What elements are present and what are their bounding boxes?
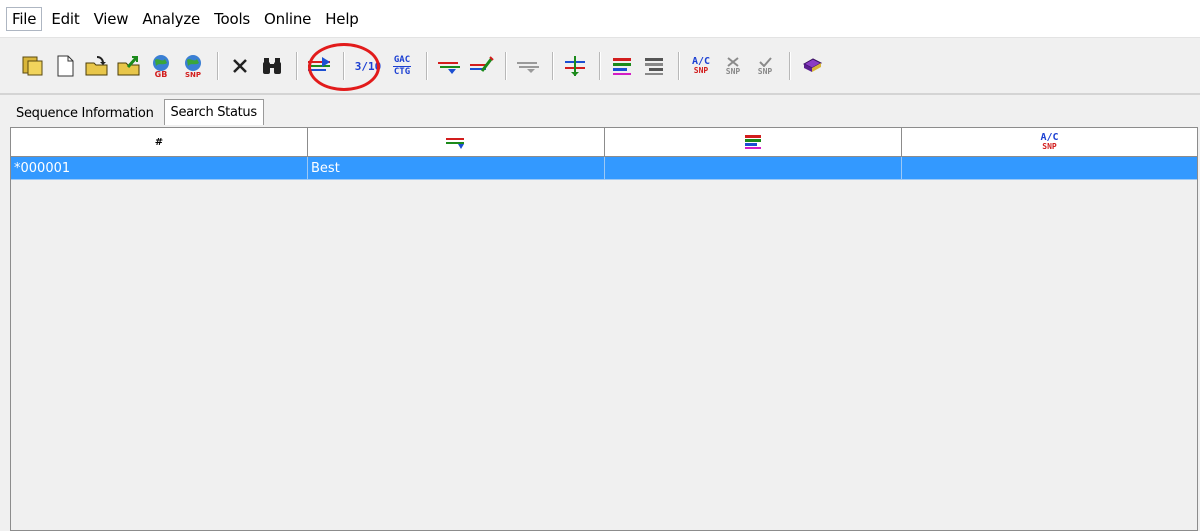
gray-bars-icon[interactable] bbox=[639, 51, 669, 81]
header-snp[interactable]: A/C SNP bbox=[902, 128, 1197, 156]
open-folder-icon[interactable] bbox=[18, 51, 48, 81]
menu-edit[interactable]: Edit bbox=[44, 7, 86, 31]
alignment-column-icon bbox=[745, 135, 761, 149]
header-snp-top: A/C bbox=[1040, 132, 1059, 143]
menu-analyze[interactable]: Analyze bbox=[135, 7, 207, 31]
run-search-icon[interactable] bbox=[304, 51, 334, 81]
menu-online[interactable]: Online bbox=[257, 7, 318, 31]
toolbar-separator bbox=[505, 52, 506, 80]
menu-bar: File Edit View Analyze Tools Online Help bbox=[0, 0, 1200, 38]
toolbar: GB SNP 3/10 GAC CTG A/C SNP SNP SNP bbox=[0, 39, 1200, 95]
open-file-icon[interactable] bbox=[82, 51, 112, 81]
toolbar-separator bbox=[599, 52, 600, 80]
menu-file[interactable]: File bbox=[6, 6, 43, 31]
menu-tools[interactable]: Tools bbox=[207, 7, 257, 31]
header-index[interactable]: # bbox=[11, 128, 308, 156]
edit-align-icon[interactable] bbox=[466, 51, 496, 81]
search-column-icon bbox=[446, 138, 464, 149]
align-icon[interactable] bbox=[434, 51, 464, 81]
toolbar-separator bbox=[552, 52, 553, 80]
rc-top-label: GAC bbox=[393, 54, 411, 65]
export-icon[interactable] bbox=[114, 51, 144, 81]
snp-globe-icon[interactable]: SNP bbox=[178, 51, 208, 81]
table-row[interactable]: *000001 Best bbox=[11, 157, 1197, 180]
reverse-complement-icon[interactable]: GAC CTG bbox=[387, 51, 417, 81]
snp-call-bottom-label: SNP bbox=[693, 66, 709, 75]
color-bars-icon[interactable] bbox=[607, 51, 637, 81]
row-status-cell[interactable]: Best bbox=[308, 157, 605, 179]
row-snp-cell[interactable] bbox=[902, 157, 1197, 179]
snp-delete-icon[interactable]: SNP bbox=[718, 51, 748, 81]
toolbar-separator bbox=[217, 52, 218, 80]
svg-text:SNP: SNP bbox=[185, 71, 201, 78]
disabled-align-icon[interactable] bbox=[513, 51, 543, 81]
header-search[interactable] bbox=[308, 128, 605, 156]
delete-icon[interactable] bbox=[225, 51, 255, 81]
snp-call-top-label: A/C bbox=[691, 56, 711, 67]
header-index-label: # bbox=[154, 136, 164, 148]
grid-header: # A/C SNP bbox=[11, 128, 1197, 157]
header-snp-bottom: SNP bbox=[1042, 142, 1057, 151]
menu-help[interactable]: Help bbox=[318, 7, 365, 31]
row-id-cell[interactable]: *000001 bbox=[11, 157, 308, 179]
toolbar-separator bbox=[343, 52, 344, 80]
toolbar-separator bbox=[789, 52, 790, 80]
book-icon[interactable] bbox=[797, 51, 827, 81]
row-alignment-cell[interactable] bbox=[605, 157, 902, 179]
ratio-label: 3/10 bbox=[354, 59, 382, 73]
find-binoculars-icon[interactable] bbox=[257, 51, 287, 81]
tab-search-status[interactable]: Search Status bbox=[163, 99, 264, 125]
snp-accept-label: SNP bbox=[757, 66, 773, 76]
toolbar-separator bbox=[296, 52, 297, 80]
header-alignment[interactable] bbox=[605, 128, 902, 156]
new-document-icon[interactable] bbox=[50, 51, 80, 81]
merge-icon[interactable] bbox=[560, 51, 590, 81]
tab-strip: Sequence Information Search Status bbox=[10, 99, 264, 125]
tab-sequence-information[interactable]: Sequence Information bbox=[10, 101, 160, 125]
search-status-grid: # A/C SNP *000001 Best bbox=[10, 127, 1198, 531]
svg-text:GB: GB bbox=[155, 70, 168, 78]
menu-view[interactable]: View bbox=[87, 7, 136, 31]
rc-bottom-label: CTG bbox=[393, 66, 411, 77]
snp-delete-label: SNP bbox=[725, 66, 741, 76]
toolbar-separator bbox=[426, 52, 427, 80]
toolbar-separator bbox=[678, 52, 679, 80]
ratio-icon[interactable]: 3/10 bbox=[351, 51, 385, 81]
genbank-globe-icon[interactable]: GB bbox=[146, 51, 176, 81]
snp-accept-icon[interactable]: SNP bbox=[750, 51, 780, 81]
snp-call-icon[interactable]: A/C SNP bbox=[686, 51, 716, 81]
